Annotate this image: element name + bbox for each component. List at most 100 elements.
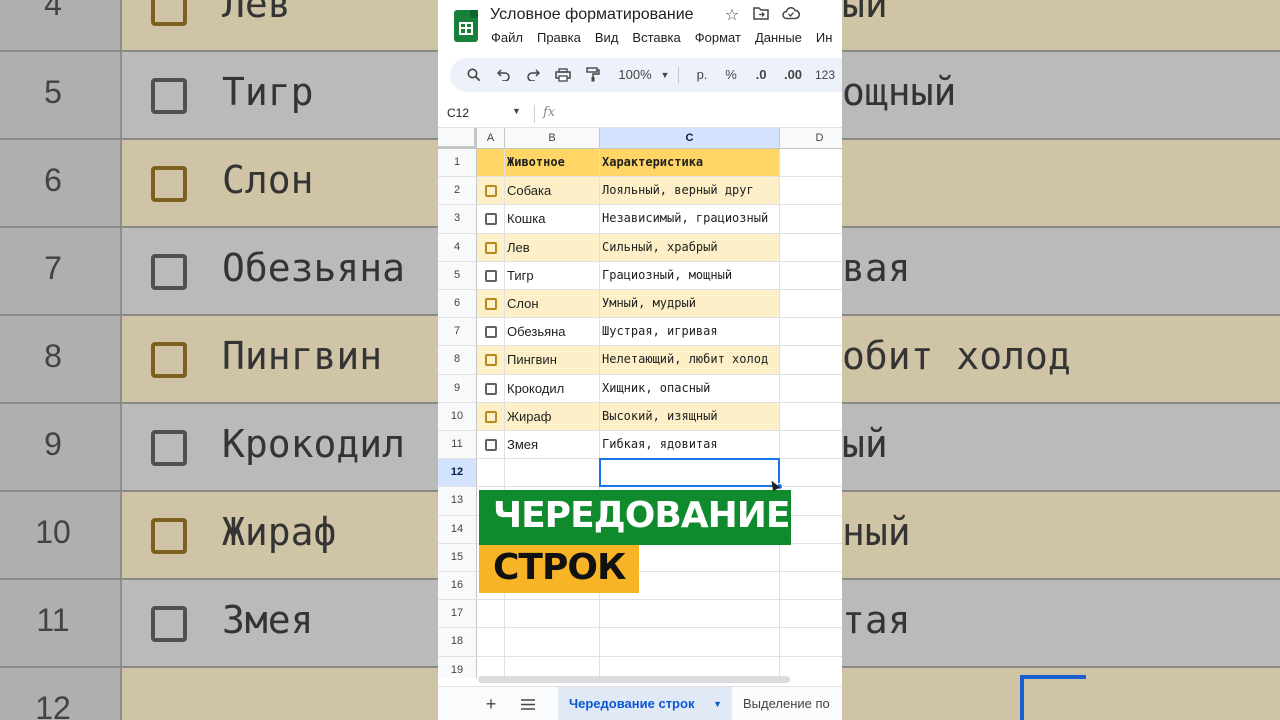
row-header-10[interactable]: 10 bbox=[438, 402, 477, 431]
cell-a4[interactable] bbox=[477, 233, 505, 262]
cell-a18[interactable] bbox=[477, 628, 505, 657]
cell-animal[interactable]: Жираф bbox=[505, 402, 600, 431]
redo-icon[interactable] bbox=[523, 58, 543, 92]
cell-c19[interactable] bbox=[600, 656, 780, 678]
decrease-decimal-button[interactable]: .0 bbox=[748, 58, 774, 92]
cell-b18[interactable] bbox=[505, 628, 600, 657]
header-cell-trait[interactable]: Характеристика bbox=[600, 149, 780, 178]
row-header-12[interactable]: 12 bbox=[438, 459, 477, 488]
row-header-11[interactable]: 11 bbox=[438, 431, 477, 460]
cell-animal[interactable]: Крокодил bbox=[505, 374, 600, 403]
column-header-a[interactable]: A bbox=[477, 128, 505, 149]
tab-alternating-rows[interactable]: Чередование строк ▼ bbox=[558, 687, 732, 720]
cell-animal[interactable]: Обезьяна bbox=[505, 318, 600, 347]
print-icon[interactable] bbox=[552, 58, 574, 92]
cell-d1[interactable] bbox=[780, 149, 842, 178]
cell-a1[interactable] bbox=[477, 149, 505, 178]
cell-animal[interactable]: Тигр bbox=[505, 261, 600, 290]
menu-data[interactable]: Данные bbox=[755, 30, 802, 45]
select-all-corner[interactable] bbox=[438, 128, 477, 149]
tab-highlight[interactable]: Выделение по bbox=[743, 687, 830, 720]
row-header-19[interactable]: 19 bbox=[438, 656, 477, 678]
menu-insert[interactable]: Вставка bbox=[632, 30, 680, 45]
cell-a12[interactable] bbox=[477, 459, 505, 488]
cell-b12[interactable] bbox=[505, 459, 600, 488]
star-icon[interactable]: ☆ bbox=[722, 6, 742, 26]
column-header-b[interactable]: B bbox=[505, 128, 600, 149]
cell-animal[interactable]: Лев bbox=[505, 233, 600, 262]
cell-a19[interactable] bbox=[477, 656, 505, 678]
row-header-13[interactable]: 13 bbox=[438, 487, 477, 516]
cell-trait[interactable]: Высокий, изящный bbox=[600, 402, 780, 431]
row-header-9[interactable]: 9 bbox=[438, 374, 477, 403]
doc-title[interactable]: Условное форматирование bbox=[490, 6, 694, 24]
menu-view[interactable]: Вид bbox=[595, 30, 619, 45]
cell-a9[interactable] bbox=[477, 374, 505, 403]
cell-d2[interactable] bbox=[780, 177, 842, 206]
cell-a6[interactable] bbox=[477, 290, 505, 319]
cell-trait[interactable]: Хищник, опасный bbox=[600, 374, 780, 403]
paint-format-icon[interactable] bbox=[582, 58, 604, 92]
cell-d19[interactable] bbox=[780, 657, 842, 678]
row-header-5[interactable]: 5 bbox=[438, 261, 477, 290]
percent-format-button[interactable]: % bbox=[720, 58, 742, 92]
row-header-2[interactable]: 2 bbox=[438, 177, 477, 206]
cell-d17[interactable] bbox=[780, 600, 842, 629]
row-header-1[interactable]: 1 bbox=[438, 149, 477, 178]
cell-trait[interactable]: Умный, мудрый bbox=[600, 290, 780, 319]
cell-trait[interactable]: Гибкая, ядовитая bbox=[600, 431, 780, 460]
cell-trait[interactable]: Шустрая, игривая bbox=[600, 318, 780, 347]
cell-a10[interactable] bbox=[477, 402, 505, 431]
row-header-4[interactable]: 4 bbox=[438, 233, 477, 262]
menu-edit[interactable]: Правка bbox=[537, 30, 581, 45]
cell-animal[interactable]: Собака bbox=[505, 177, 600, 206]
name-box[interactable]: C12 bbox=[447, 106, 469, 120]
cell-animal[interactable]: Пингвин bbox=[505, 346, 600, 375]
row-header-8[interactable]: 8 bbox=[438, 346, 477, 375]
checkbox-icon[interactable] bbox=[485, 298, 497, 310]
checkbox-icon[interactable] bbox=[485, 326, 497, 339]
cell-b17[interactable] bbox=[505, 600, 600, 629]
number-format-button[interactable]: 123 bbox=[812, 58, 838, 92]
cell-d4[interactable] bbox=[780, 234, 842, 262]
horizontal-scrollbar[interactable] bbox=[478, 676, 790, 683]
cell-animal[interactable]: Слон bbox=[505, 290, 600, 319]
search-icon[interactable] bbox=[464, 58, 484, 92]
cell-a5[interactable] bbox=[477, 261, 505, 290]
cell-d16[interactable] bbox=[780, 572, 842, 601]
cell-a2[interactable] bbox=[477, 177, 505, 206]
cell-d3[interactable] bbox=[780, 205, 842, 234]
sheets-logo-icon[interactable] bbox=[454, 10, 478, 42]
cell-animal[interactable]: Змея bbox=[505, 431, 600, 460]
cell-b19[interactable] bbox=[505, 656, 600, 678]
row-header-6[interactable]: 6 bbox=[438, 290, 477, 319]
all-sheets-icon[interactable] bbox=[516, 693, 540, 715]
cell-c17[interactable] bbox=[600, 600, 780, 629]
cell-trait[interactable]: Грациозный, мощный bbox=[600, 261, 780, 290]
cell-trait[interactable]: Лояльный, верный друг bbox=[600, 177, 780, 206]
cell-trait[interactable]: Независимый, грациозный bbox=[600, 205, 780, 234]
checkbox-icon[interactable] bbox=[485, 410, 497, 423]
move-folder-icon[interactable] bbox=[751, 6, 771, 26]
name-box-dropdown-icon[interactable]: ▼ bbox=[512, 106, 521, 116]
header-cell-animal[interactable]: Животное bbox=[505, 149, 600, 178]
column-header-d[interactable]: D bbox=[780, 128, 842, 149]
checkbox-icon[interactable] bbox=[485, 439, 497, 451]
cell-d18[interactable] bbox=[780, 628, 842, 657]
row-header-3[interactable]: 3 bbox=[438, 205, 477, 234]
menu-format[interactable]: Формат bbox=[695, 30, 741, 45]
cell-d5[interactable] bbox=[780, 262, 842, 290]
cell-a11[interactable] bbox=[477, 431, 505, 460]
cell-d12[interactable] bbox=[780, 459, 842, 488]
column-header-c[interactable]: C bbox=[600, 128, 780, 149]
cell-a7[interactable] bbox=[477, 318, 505, 347]
currency-format-button[interactable]: р. bbox=[689, 58, 715, 92]
checkbox-icon[interactable] bbox=[485, 213, 497, 226]
increase-decimal-button[interactable]: .00 bbox=[778, 58, 808, 92]
cell-d7[interactable] bbox=[780, 318, 842, 347]
checkbox-icon[interactable] bbox=[485, 185, 497, 198]
checkbox-icon[interactable] bbox=[485, 241, 497, 254]
tab-dropdown-icon[interactable]: ▼ bbox=[713, 687, 722, 720]
cell-a3[interactable] bbox=[477, 205, 505, 234]
checkbox-icon[interactable] bbox=[485, 354, 497, 367]
